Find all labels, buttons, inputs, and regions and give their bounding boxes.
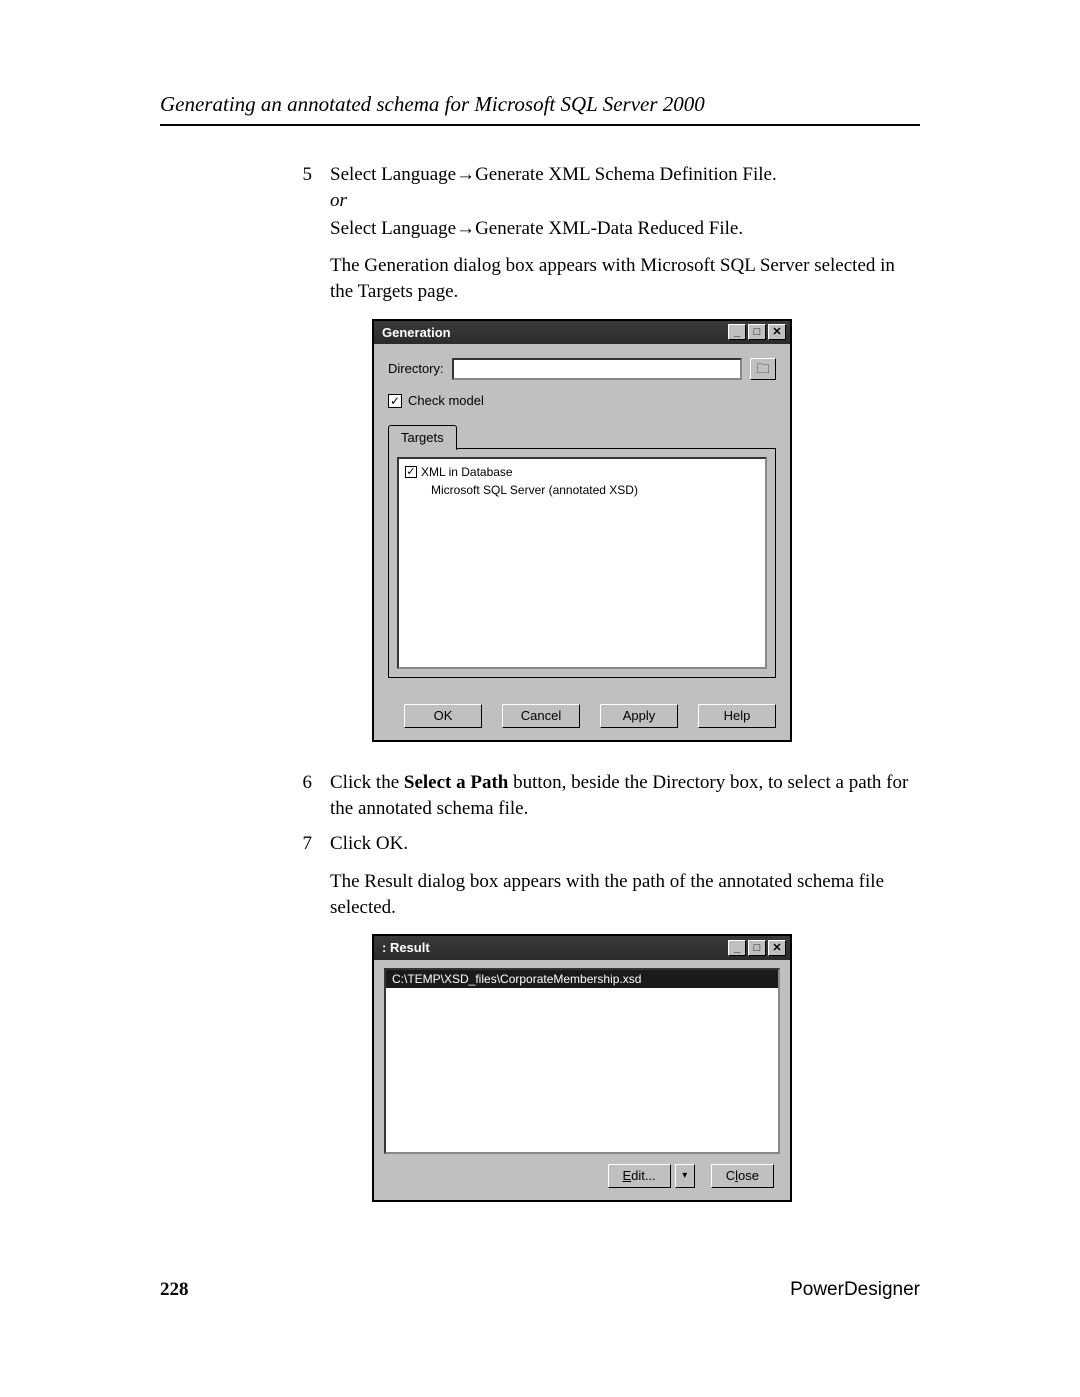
- step5-line2: Select Language→Generate XML-Data Reduce…: [330, 216, 920, 242]
- step7-line: Click OK.: [330, 831, 920, 857]
- step5-line1: Select Language→Generate XML Schema Defi…: [330, 162, 920, 188]
- result-titlebar: : Result _ □ ✕: [374, 936, 790, 960]
- step6-bold: Select a Path: [404, 772, 508, 793]
- step5-or: or: [330, 188, 920, 214]
- edit-dropdown-icon[interactable]: ▾: [675, 1164, 695, 1188]
- generation-dialog: Generation _ □ ✕ Directory: 🗀 ✓: [372, 319, 792, 743]
- step-number-7: 7: [288, 831, 312, 1219]
- edit-button[interactable]: Edit...: [608, 1164, 671, 1188]
- result-dialog: : Result _ □ ✕ C:\TEMP\XSD_files\Corpora…: [372, 934, 792, 1202]
- result-selected-path[interactable]: C:\TEMP\XSD_files\CorporateMembership.xs…: [386, 970, 778, 988]
- cancel-button[interactable]: Cancel: [502, 704, 580, 728]
- check-model-checkbox[interactable]: ✓: [388, 394, 402, 408]
- step6-pre: Click the: [330, 772, 404, 793]
- generation-title: Generation: [382, 324, 726, 342]
- page-number: 228: [160, 1277, 189, 1303]
- directory-input[interactable]: [452, 358, 742, 380]
- targets-tab[interactable]: Targets: [388, 425, 457, 451]
- apply-button[interactable]: Apply: [600, 704, 678, 728]
- step7-paragraph: The Result dialog box appears with the p…: [330, 869, 920, 920]
- tree-child-label: Microsoft SQL Server (annotated XSD): [405, 481, 759, 499]
- close-button[interactable]: Close: [711, 1164, 774, 1188]
- step-number-5: 5: [288, 162, 312, 760]
- close-icon[interactable]: ✕: [768, 940, 786, 956]
- minimize-icon[interactable]: _: [728, 940, 746, 956]
- tree-root-checkbox[interactable]: ✓: [405, 466, 417, 478]
- help-button[interactable]: Help: [698, 704, 776, 728]
- result-title: : Result: [382, 939, 726, 957]
- page-footer: 228 PowerDesigner: [160, 1277, 920, 1303]
- directory-label: Directory:: [388, 360, 444, 378]
- ok-button[interactable]: OK: [404, 704, 482, 728]
- check-model-label: Check model: [408, 392, 484, 410]
- step-number-6: 6: [288, 770, 312, 821]
- step6-text: Click the Select a Path button, beside t…: [330, 770, 920, 821]
- targets-tree[interactable]: ✓ XML in Database Microsoft SQL Server (…: [397, 457, 767, 669]
- result-list[interactable]: C:\TEMP\XSD_files\CorporateMembership.xs…: [384, 968, 780, 1154]
- generation-titlebar: Generation _ □ ✕: [374, 321, 790, 345]
- step5-paragraph: The Generation dialog box appears with M…: [330, 253, 920, 304]
- minimize-icon[interactable]: _: [728, 324, 746, 340]
- running-header: Generating an annotated schema for Micro…: [160, 90, 920, 126]
- product-name: PowerDesigner: [790, 1277, 920, 1303]
- browse-folder-icon[interactable]: 🗀: [750, 358, 776, 380]
- maximize-icon[interactable]: □: [748, 324, 766, 340]
- close-icon[interactable]: ✕: [768, 324, 786, 340]
- tree-root-label: XML in Database: [421, 463, 513, 481]
- targets-panel: ✓ XML in Database Microsoft SQL Server (…: [388, 448, 776, 678]
- maximize-icon[interactable]: □: [748, 940, 766, 956]
